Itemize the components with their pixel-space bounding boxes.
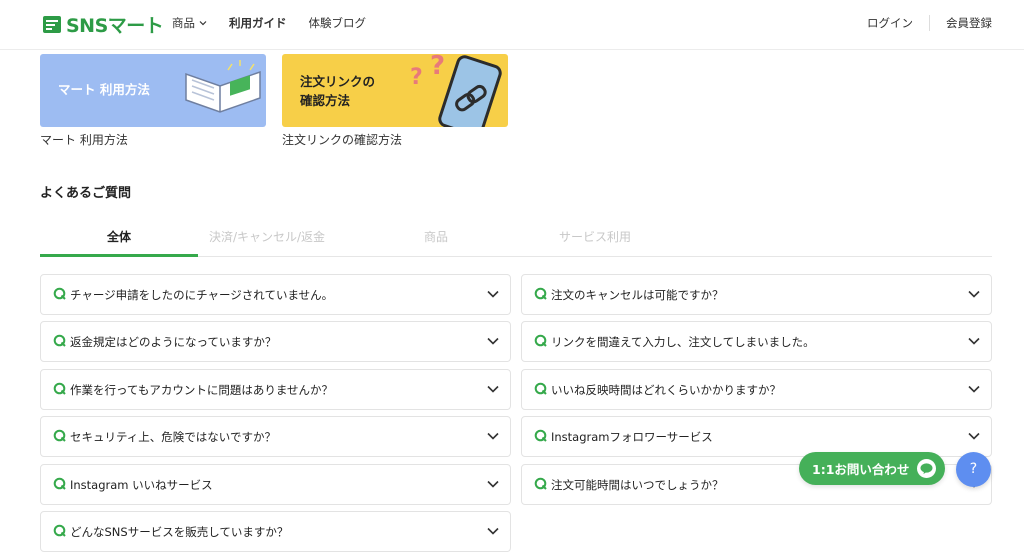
faq-question: Instagram いいねサービス xyxy=(70,478,213,492)
faq-item[interactable]: Instagram いいねサービス xyxy=(40,464,511,505)
main-nav: 商品 利用ガイド 体験ブログ xyxy=(172,15,388,31)
nav-item-label: 利用ガイド xyxy=(229,16,287,30)
open-book-icon xyxy=(185,60,261,113)
q-icon xyxy=(53,287,66,300)
nav-item-guide[interactable]: 利用ガイド xyxy=(229,15,287,31)
login-link[interactable]: ログイン xyxy=(867,15,913,31)
q-icon xyxy=(53,429,66,442)
faq-item[interactable]: リンクを間違えて入力し、注文してしまいました。 xyxy=(521,321,992,362)
faq-question: どんなSNSサービスを販売していますか？ xyxy=(70,525,289,539)
q-icon xyxy=(534,287,547,300)
faq-item[interactable]: 返金規定はどのようになっていますか？ xyxy=(40,321,511,362)
chevron-down-icon[interactable] xyxy=(968,337,980,345)
faq-heading: よくあるご質問 xyxy=(40,186,132,201)
register-link[interactable]: 会員登録 xyxy=(946,15,992,31)
faq-question: いいね反映時間はどれくらいかかりますか？ xyxy=(551,383,781,397)
chevron-down-icon[interactable] xyxy=(968,290,980,298)
contact-button-label: 1:1お問い合わせ xyxy=(812,462,910,477)
faq-item[interactable]: いいね反映時間はどれくらいかかりますか？ xyxy=(521,369,992,410)
guide-card-usage[interactable]: マート 利用方法 xyxy=(40,54,266,127)
tab-products[interactable]: 商品 xyxy=(357,220,515,257)
chevron-down-icon[interactable] xyxy=(487,527,499,535)
faq-question: 作業を行ってもアカウントに問題はありませんか？ xyxy=(70,383,334,397)
nav-item-label: 体験ブログ xyxy=(308,16,367,30)
faq-question: 注文可能時間はいつでしょうか？ xyxy=(551,478,724,492)
chevron-down-icon[interactable] xyxy=(487,290,499,298)
q-icon xyxy=(53,477,66,490)
contact-button[interactable]: 1:1お問い合わせ xyxy=(799,452,945,485)
faq-item[interactable]: Instagramフォロワーサービス xyxy=(521,416,992,457)
faq-item[interactable]: 注文のキャンセルは可能ですか？ xyxy=(521,274,992,315)
faq-question: Instagramフォロワーサービス xyxy=(551,430,713,444)
q-icon xyxy=(53,382,66,395)
nav-item-label: 商品 xyxy=(172,16,195,30)
chevron-down-icon[interactable] xyxy=(487,337,499,345)
q-icon xyxy=(534,429,547,442)
faq-question: 返金規定はどのようになっていますか？ xyxy=(70,335,277,349)
faq-question: 注文のキャンセルは可能ですか？ xyxy=(551,288,724,302)
help-button[interactable]: ? xyxy=(956,452,991,487)
chevron-down-icon[interactable] xyxy=(487,385,499,393)
q-icon xyxy=(534,334,547,347)
faq-question: チャージ申請をしたのにチャージされていません。 xyxy=(70,288,334,302)
chevron-down-icon[interactable] xyxy=(968,432,980,440)
svg-text:?: ? xyxy=(430,54,445,81)
guide-caption-usage[interactable]: マート 利用方法 xyxy=(40,131,128,148)
q-icon xyxy=(53,524,66,537)
logo[interactable]: SNSマート xyxy=(41,11,164,37)
chevron-down-icon xyxy=(199,21,207,26)
divider xyxy=(929,15,930,31)
logo-text: SNSマート xyxy=(66,14,164,37)
chevron-down-icon[interactable] xyxy=(487,480,499,488)
faq-item[interactable]: 作業を行ってもアカウントに問題はありませんか？ xyxy=(40,369,511,410)
tab-all[interactable]: 全体 xyxy=(40,220,198,257)
auth-links: ログイン 会員登録 xyxy=(867,15,992,31)
tab-payment[interactable]: 決済/キャンセル/返金 xyxy=(188,220,346,257)
phone-link-icon: ? ? xyxy=(410,54,502,127)
faq-item[interactable]: セキュリティ上、危険ではないですか？ xyxy=(40,416,511,457)
guide-card-order-link[interactable]: 注文リンクの 確認方法 ? ? xyxy=(282,54,508,127)
nav-item-products[interactable]: 商品 xyxy=(172,15,207,31)
faq-item[interactable]: どんなSNSサービスを販売していますか？ xyxy=(40,511,511,552)
faq-item[interactable]: チャージ申請をしたのにチャージされていません。 xyxy=(40,274,511,315)
nav-item-blog[interactable]: 体験ブログ xyxy=(309,15,367,31)
svg-text:?: ? xyxy=(410,65,423,90)
faq-question: セキュリティ上、危険ではないですか？ xyxy=(70,430,276,444)
cart-logo-icon xyxy=(43,16,61,33)
chevron-down-icon[interactable] xyxy=(968,385,980,393)
faq-tabs: 全体 決済/キャンセル/返金 商品 サービス利用 xyxy=(40,220,992,257)
top-header: SNSマート 商品 利用ガイド 体験ブログ ログイン 会員登録 xyxy=(0,0,1024,50)
line-chat-icon xyxy=(917,459,936,478)
guide-caption-order-link[interactable]: 注文リンクの確認方法 xyxy=(282,131,402,148)
faq-question: リンクを間違えて入力し、注文してしまいました。 xyxy=(551,335,815,349)
q-icon xyxy=(53,334,66,347)
tab-service-usage[interactable]: サービス利用 xyxy=(516,220,674,257)
q-icon xyxy=(534,382,547,395)
chevron-down-icon[interactable] xyxy=(487,432,499,440)
q-icon xyxy=(534,477,547,490)
